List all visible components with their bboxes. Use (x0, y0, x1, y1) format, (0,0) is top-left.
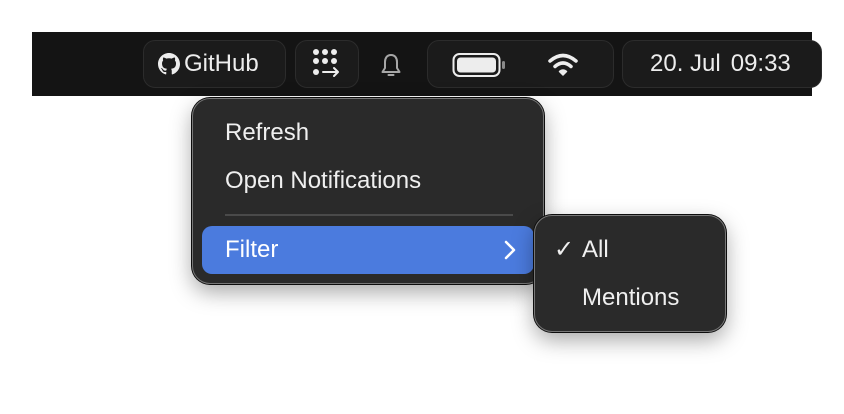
menu-item-filter[interactable]: Filter (202, 226, 534, 274)
clock[interactable]: 20. Jul 09:33 (622, 40, 822, 88)
apps-menu-button[interactable] (295, 40, 359, 88)
status-group (427, 40, 614, 88)
checkmark-icon: ✓ (554, 236, 575, 263)
grid-arrow-icon (313, 49, 339, 77)
submenu-item-label: All (582, 236, 609, 263)
menu-separator (225, 214, 513, 216)
github-menu-button[interactable]: GitHub (143, 40, 286, 88)
filter-submenu: ✓ All Mentions (534, 215, 726, 332)
chevron-right-icon (504, 240, 516, 260)
menu-item-label: Filter (225, 236, 279, 263)
submenu-item-mentions[interactable]: Mentions (544, 274, 716, 322)
menu-bar: GitHub 20. Jul 09:33 (32, 32, 822, 96)
menu-item-label: Open Notifications (225, 167, 422, 194)
submenu-item-label: Mentions (582, 284, 680, 311)
github-label: GitHub (184, 50, 259, 77)
clock-time: 09:33 (730, 50, 791, 77)
bell-icon[interactable] (380, 52, 402, 78)
dropdown-menu: Refresh Open Notifications Filter (192, 98, 544, 284)
github-icon (158, 53, 180, 75)
clock-date: 20. Jul (650, 50, 721, 77)
menu-item-open-notifications[interactable]: Open Notifications (202, 157, 534, 205)
battery-icon[interactable] (452, 52, 506, 78)
wifi-icon[interactable] (547, 51, 579, 77)
menu-item-refresh[interactable]: Refresh (202, 109, 534, 157)
menu-item-label: Refresh (225, 119, 310, 146)
submenu-item-all[interactable]: ✓ All (544, 226, 716, 274)
